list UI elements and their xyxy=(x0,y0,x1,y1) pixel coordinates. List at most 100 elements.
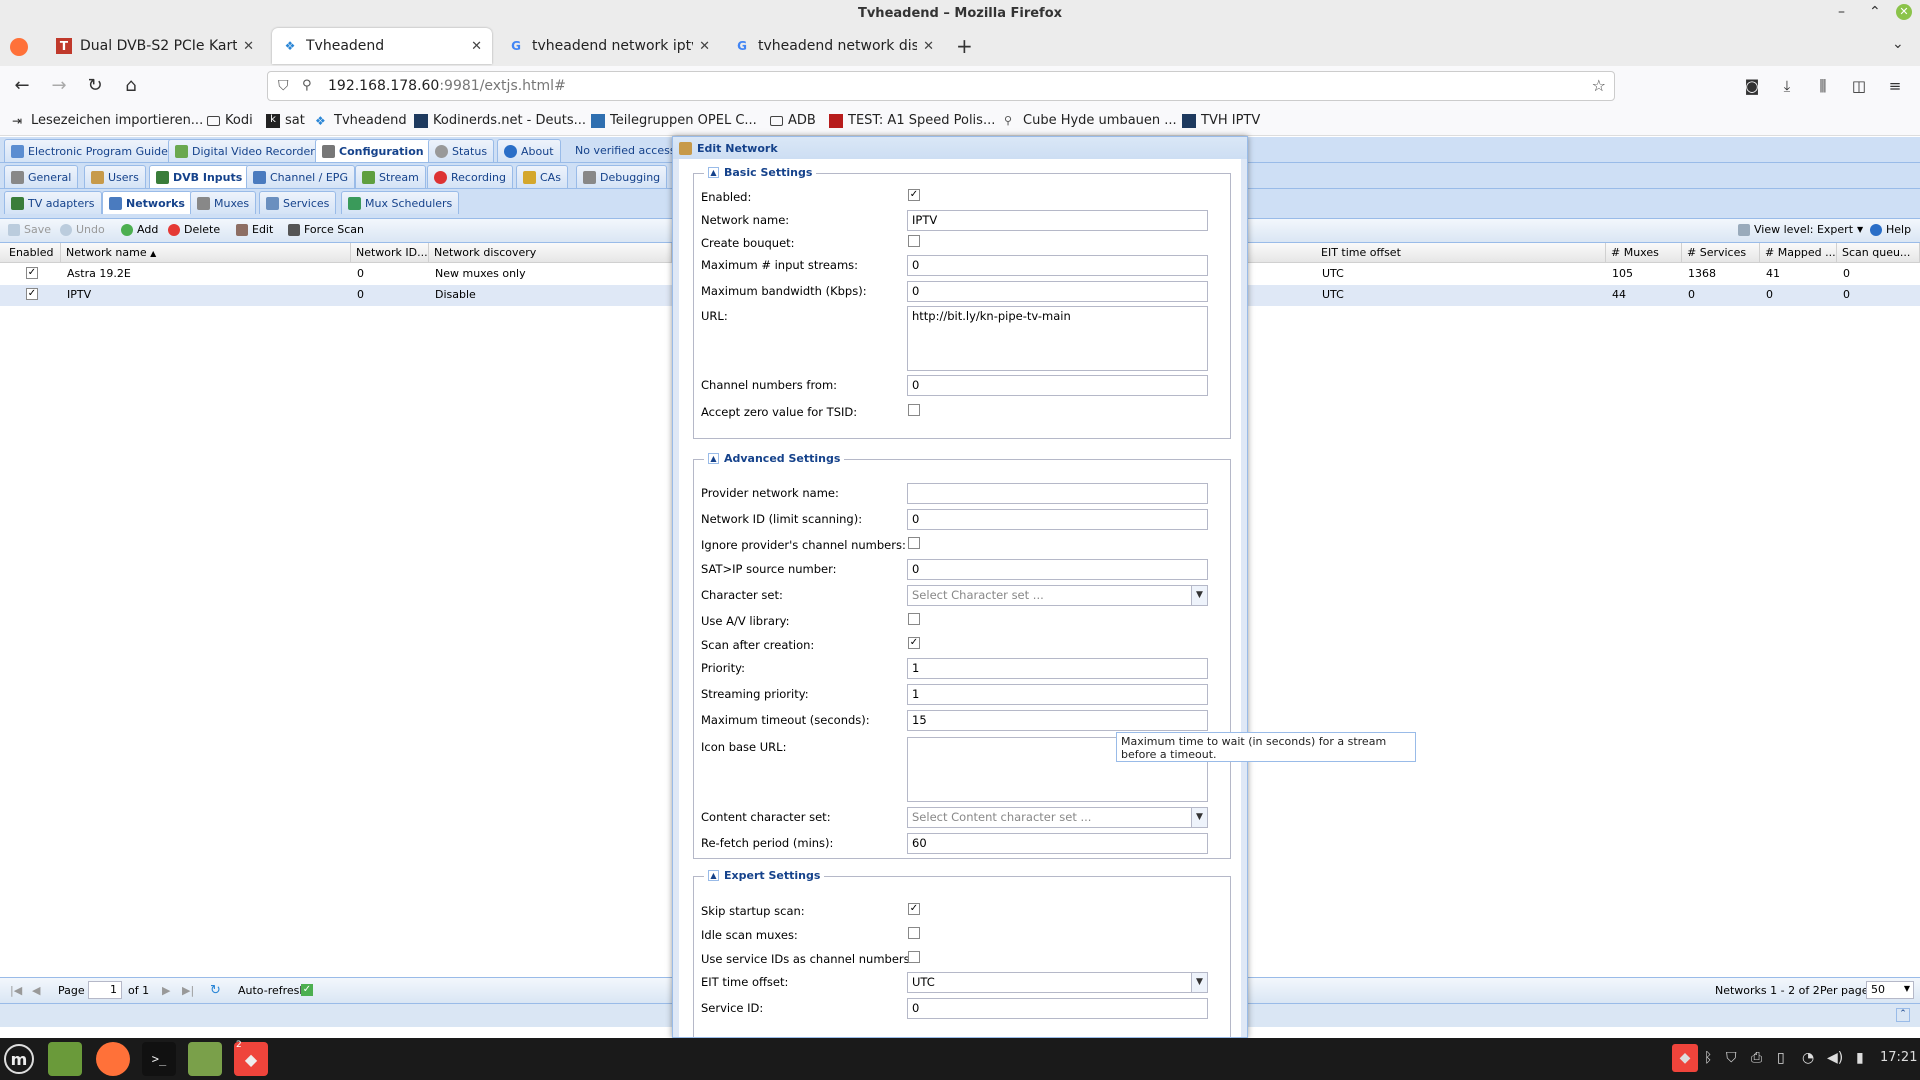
collapse-icon[interactable]: ▲ xyxy=(708,167,719,178)
per-page-select[interactable]: 50 ▼ xyxy=(1866,981,1914,999)
max-timeout-input[interactable]: 15 xyxy=(907,710,1208,731)
collapse-icon[interactable]: ▲ xyxy=(708,870,719,881)
pocket-icon[interactable]: ◙ xyxy=(1740,74,1764,98)
bookmark-tvh-iptv[interactable]: TVH IPTV xyxy=(1182,113,1260,128)
bookmark-import[interactable]: ⇥ Lesezeichen importieren... xyxy=(12,113,203,128)
tab-tv-adapters[interactable]: TV adapters xyxy=(4,191,102,214)
view-level-dropdown[interactable]: View level: Expert ▼ xyxy=(1738,223,1863,236)
tab-networks[interactable]: Networks xyxy=(102,191,192,214)
minimize-icon[interactable]: – xyxy=(1838,4,1845,20)
forward-icon[interactable]: → xyxy=(47,74,71,98)
bluetooth-icon[interactable]: ᛒ xyxy=(1704,1050,1712,1066)
ignore-channel-numbers-checkbox[interactable] xyxy=(908,537,920,549)
url-bar[interactable]: ⛉ ⚲ 192.168.178.60:9981/extjs.html# ☆ xyxy=(267,71,1615,101)
volume-icon[interactable]: ◀) xyxy=(1827,1050,1843,1066)
tab-mux-schedulers[interactable]: Mux Schedulers xyxy=(341,191,460,214)
tab-status[interactable]: Status xyxy=(428,139,495,162)
close-tab-icon[interactable]: ✕ xyxy=(923,39,934,54)
page-info-icon[interactable]: ⚲ xyxy=(302,78,312,93)
edit-button[interactable]: Edit xyxy=(236,223,273,236)
next-page-icon[interactable]: ▶ xyxy=(162,984,170,997)
help-button[interactable]: Help xyxy=(1870,223,1911,236)
delete-button[interactable]: Delete xyxy=(168,223,220,236)
page-input[interactable]: 1 xyxy=(88,981,122,999)
accept-zero-tsid-checkbox[interactable] xyxy=(908,404,920,416)
tab-stream[interactable]: Stream xyxy=(355,165,426,188)
close-tab-icon[interactable]: ✕ xyxy=(471,39,482,54)
character-set-select[interactable]: Select Character set ... ▼ xyxy=(907,585,1208,606)
tab-muxes[interactable]: Muxes xyxy=(190,191,257,214)
close-tab-icon[interactable]: ✕ xyxy=(243,39,254,54)
bookmark-kodi[interactable]: Kodi xyxy=(207,113,253,128)
browser-tab-tbs[interactable]: T Dual DVB-S2 PCIe Karte TBS ✕ xyxy=(46,28,264,64)
menu-icon[interactable]: ≡ xyxy=(1883,74,1907,98)
col-network-discovery[interactable]: Network discovery xyxy=(429,243,672,263)
scan-after-creation-checkbox[interactable]: ✓ xyxy=(908,637,920,649)
provider-network-name-input[interactable] xyxy=(907,483,1208,504)
basic-settings-legend[interactable]: ▲ Basic Settings xyxy=(704,166,817,179)
expand-log-icon[interactable]: ⌃ xyxy=(1896,1008,1910,1022)
network-id-input[interactable]: 0 xyxy=(907,509,1208,530)
home-icon[interactable]: ⌂ xyxy=(119,74,143,98)
printer-icon[interactable]: ⎙ xyxy=(1751,1050,1762,1066)
back-icon[interactable]: ← xyxy=(10,74,34,98)
col-eit-time-offset[interactable]: EIT time offset xyxy=(1316,243,1606,263)
browser-tab-google-iptv[interactable]: G tvheadend network iptv – G ✕ xyxy=(498,28,720,64)
first-page-icon[interactable]: |◀ xyxy=(10,984,22,997)
satip-source-input[interactable]: 0 xyxy=(907,559,1208,580)
close-window-icon[interactable]: ✕ xyxy=(1896,4,1912,20)
shield-icon[interactable]: ⛉ xyxy=(278,78,289,94)
priority-input[interactable]: 1 xyxy=(907,658,1208,679)
create-bouquet-checkbox[interactable] xyxy=(908,235,920,247)
library-icon[interactable]: ⫼ xyxy=(1811,74,1835,98)
undo-button[interactable]: Undo xyxy=(60,223,105,236)
tab-users[interactable]: Users xyxy=(84,165,146,188)
chevron-down-icon[interactable]: ▼ xyxy=(1191,586,1207,605)
eit-time-offset-select[interactable]: UTC ▼ xyxy=(907,972,1208,993)
auto-refresh-checkbox[interactable]: ✓ xyxy=(301,984,313,996)
bookmark-sat[interactable]: k sat xyxy=(266,113,305,128)
col-enabled[interactable]: Enabled xyxy=(4,243,61,263)
battery-icon[interactable]: ▮ xyxy=(1856,1050,1864,1066)
browser-tab-tvheadend[interactable]: ❖ Tvheadend ✕ xyxy=(272,28,492,64)
bookmark-a1[interactable]: TEST: A1 Speed Polis... xyxy=(829,113,995,128)
list-tabs-icon[interactable]: ⌄ xyxy=(1892,36,1904,52)
enabled-checkbox[interactable]: ✓ xyxy=(908,189,920,201)
expert-settings-legend[interactable]: ▲ Expert Settings xyxy=(704,869,825,882)
col-network-id[interactable]: Network ID... xyxy=(351,243,429,263)
clipboard-icon[interactable]: ▯ xyxy=(1777,1050,1785,1066)
bookmark-star-icon[interactable]: ☆ xyxy=(1592,76,1606,95)
tab-services[interactable]: Services xyxy=(259,191,337,214)
refetch-period-input[interactable]: 60 xyxy=(907,833,1208,854)
bookmark-opel[interactable]: Teilegruppen OPEL C... xyxy=(591,113,757,128)
tab-dvb-inputs[interactable]: DVB Inputs xyxy=(149,165,250,188)
downloads-icon[interactable]: ⤓ xyxy=(1775,74,1799,98)
service-ids-channel-checkbox[interactable] xyxy=(908,951,920,963)
dialog-titlebar[interactable]: Edit Network xyxy=(673,137,1247,159)
max-input-streams-input[interactable]: 0 xyxy=(907,255,1208,276)
collapse-icon[interactable]: ▲ xyxy=(708,453,719,464)
last-page-icon[interactable]: ▶| xyxy=(182,984,194,997)
tab-recording[interactable]: Recording xyxy=(427,165,514,188)
tab-epg[interactable]: Electronic Program Guide xyxy=(4,139,175,162)
mint-menu-icon[interactable]: m xyxy=(4,1044,34,1074)
anydesk-tray-icon[interactable]: ◆ xyxy=(1672,1044,1698,1072)
network-name-input[interactable]: IPTV xyxy=(907,210,1208,231)
chevron-down-icon[interactable]: ▼ xyxy=(1191,973,1207,992)
save-button[interactable]: Save xyxy=(8,223,51,236)
wifi-icon[interactable]: ◔ xyxy=(1802,1050,1814,1066)
browser-tab-google-discovery[interactable]: G tvheadend network discove ✕ xyxy=(724,28,944,64)
chevron-down-icon[interactable]: ▼ xyxy=(1191,808,1207,827)
advanced-settings-legend[interactable]: ▲ Advanced Settings xyxy=(704,452,845,465)
prev-page-icon[interactable]: ◀ xyxy=(32,984,40,997)
new-tab-icon[interactable]: + xyxy=(956,34,973,58)
col-muxes[interactable]: # Muxes xyxy=(1606,243,1682,263)
add-button[interactable]: Add xyxy=(121,223,158,236)
tab-dvr[interactable]: Digital Video Recorder xyxy=(168,139,322,162)
bookmark-cube[interactable]: ⚲ Cube Hyde umbauen ... xyxy=(1004,113,1177,128)
streaming-priority-input[interactable]: 1 xyxy=(907,684,1208,705)
bookmark-adb[interactable]: ADB xyxy=(770,113,816,128)
bookmark-tvheadend[interactable]: ❖ Tvheadend xyxy=(315,113,407,128)
col-network-name[interactable]: Network name ▲ xyxy=(61,243,351,263)
tab-channel-epg[interactable]: Channel / EPG xyxy=(246,165,355,188)
